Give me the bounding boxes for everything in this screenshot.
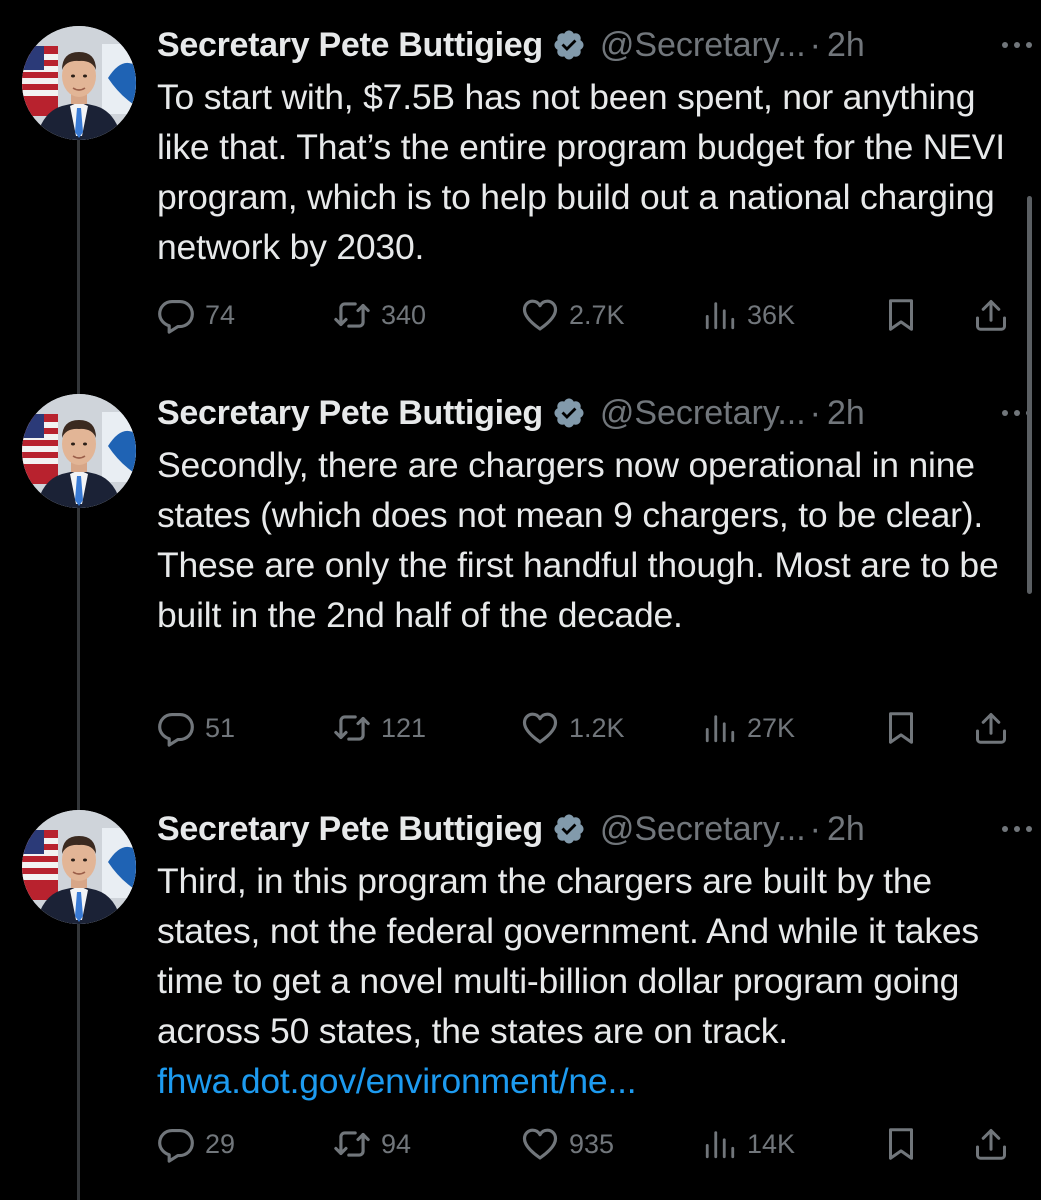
timestamp[interactable]: 2h — [827, 26, 865, 65]
tweet-header: Secretary Pete Buttigieg @Secretary... ·… — [157, 806, 1017, 852]
verified-badge-icon[interactable] — [552, 396, 586, 430]
more-options-icon[interactable] — [997, 814, 1037, 844]
bookmark-button[interactable] — [883, 704, 919, 752]
share-icon — [973, 1126, 1009, 1162]
retweet-count: 94 — [381, 1128, 412, 1159]
tweet-actions: 51 121 1.2K 27K — [157, 704, 1017, 752]
more-options-icon[interactable] — [997, 30, 1037, 60]
retweet-button[interactable]: 121 — [333, 704, 426, 752]
separator-dot: · — [809, 393, 821, 432]
like-button[interactable]: 2.7K — [521, 291, 625, 339]
like-count: 2.7K — [569, 299, 625, 330]
thread-connector-line — [77, 906, 80, 1200]
like-button[interactable]: 935 — [521, 1120, 614, 1168]
tweet-text: Secondly, there are chargers now operati… — [157, 440, 1017, 640]
reply-count: 74 — [205, 299, 236, 330]
views-count: 14K — [747, 1128, 796, 1159]
views-button[interactable]: 36K — [703, 291, 795, 339]
heart-icon — [521, 1125, 559, 1163]
avatar[interactable] — [22, 810, 136, 924]
share-icon — [973, 710, 1009, 746]
reply-count: 51 — [205, 712, 236, 743]
bookmark-button[interactable] — [883, 291, 919, 339]
scrollbar[interactable] — [1027, 196, 1032, 594]
tweet-thread: Secretary Pete Buttigieg @Secretary... ·… — [0, 0, 1041, 1200]
reply-button[interactable]: 51 — [157, 704, 235, 752]
timestamp[interactable]: 2h — [827, 394, 865, 433]
like-count: 1.2K — [569, 712, 625, 743]
reply-button[interactable]: 74 — [157, 291, 235, 339]
tweet-header: Secretary Pete Buttigieg @Secretary... ·… — [157, 390, 1017, 436]
bookmark-button[interactable] — [883, 1120, 919, 1168]
separator-dot: · — [809, 25, 821, 64]
views-icon — [703, 298, 737, 332]
separator-dot: · — [809, 809, 821, 848]
author-name[interactable]: Secretary Pete Buttigieg — [157, 26, 543, 65]
share-button[interactable] — [973, 704, 1009, 752]
verified-badge-icon[interactable] — [552, 812, 586, 846]
like-count: 935 — [569, 1128, 615, 1159]
tweet-body: Third, in this program the chargers are … — [157, 861, 979, 1051]
tweet-body: Secondly, there are chargers now operati… — [157, 445, 999, 635]
thread-connector-line — [77, 122, 80, 396]
views-icon — [703, 1127, 737, 1161]
author-handle[interactable]: @Secretary... — [600, 810, 806, 849]
heart-icon — [521, 296, 559, 334]
views-icon — [703, 711, 737, 745]
share-icon — [973, 297, 1009, 333]
verified-badge-icon[interactable] — [552, 28, 586, 62]
retweet-icon — [333, 709, 371, 747]
retweet-button[interactable]: 94 — [333, 1120, 411, 1168]
reply-button[interactable]: 29 — [157, 1120, 235, 1168]
tweet-text: Third, in this program the chargers are … — [157, 856, 1017, 1106]
author-name[interactable]: Secretary Pete Buttigieg — [157, 394, 543, 433]
tweet[interactable]: Secretary Pete Buttigieg @Secretary... ·… — [0, 390, 1041, 810]
tweet-text: To start with, $7.5B has not been spent,… — [157, 72, 1017, 272]
views-count: 36K — [747, 299, 796, 330]
share-button[interactable] — [973, 291, 1009, 339]
views-button[interactable]: 27K — [703, 704, 795, 752]
author-name[interactable]: Secretary Pete Buttigieg — [157, 810, 543, 849]
author-handle[interactable]: @Secretary... — [600, 394, 806, 433]
retweet-button[interactable]: 340 — [333, 291, 426, 339]
author-handle[interactable]: @Secretary... — [600, 26, 806, 65]
bookmark-icon — [883, 710, 919, 746]
avatar-image — [22, 394, 136, 508]
views-count: 27K — [747, 712, 796, 743]
avatar[interactable] — [22, 394, 136, 508]
avatar-image — [22, 26, 136, 140]
retweet-count: 121 — [381, 712, 427, 743]
like-button[interactable]: 1.2K — [521, 704, 625, 752]
views-button[interactable]: 14K — [703, 1120, 795, 1168]
tweet[interactable]: Secretary Pete Buttigieg @Secretary... ·… — [0, 806, 1041, 1200]
tweet-actions: 29 94 935 14K — [157, 1120, 1017, 1168]
timestamp[interactable]: 2h — [827, 810, 865, 849]
tweet-header: Secretary Pete Buttigieg @Secretary... ·… — [157, 22, 1017, 68]
reply-icon — [157, 296, 195, 334]
heart-icon — [521, 709, 559, 747]
avatar-image — [22, 810, 136, 924]
bookmark-icon — [883, 1126, 919, 1162]
tweet-link[interactable]: fhwa.dot.gov/environment/ne... — [157, 1061, 637, 1101]
thread-connector-line — [77, 490, 80, 810]
retweet-icon — [333, 1125, 371, 1163]
tweet-actions: 74 340 2.7K 36K — [157, 291, 1017, 339]
tweet-body: To start with, $7.5B has not been spent,… — [157, 77, 1005, 267]
bookmark-icon — [883, 297, 919, 333]
retweet-icon — [333, 296, 371, 334]
reply-icon — [157, 709, 195, 747]
avatar[interactable] — [22, 26, 136, 140]
share-button[interactable] — [973, 1120, 1009, 1168]
reply-count: 29 — [205, 1128, 236, 1159]
tweet[interactable]: Secretary Pete Buttigieg @Secretary... ·… — [0, 22, 1041, 396]
retweet-count: 340 — [381, 299, 427, 330]
reply-icon — [157, 1125, 195, 1163]
